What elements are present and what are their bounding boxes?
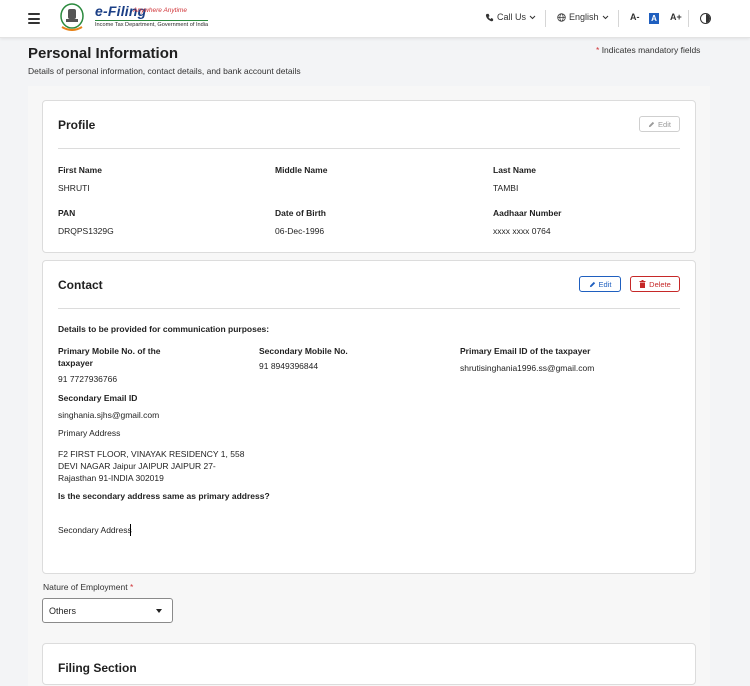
contact-title: Contact [58, 278, 103, 292]
call-us-menu[interactable]: Call Us [485, 12, 536, 22]
divider [618, 10, 619, 27]
secondary-address-label: Secondary Address [58, 525, 132, 535]
primary-mobile-label-line2: taxpayer [58, 358, 93, 368]
primary-address-line: DEVI NAGAR Jaipur JAIPUR JAIPUR 27- [58, 461, 216, 471]
dob-value: 06-Dec-1996 [275, 226, 325, 236]
profile-edit-label: Edit [658, 119, 671, 129]
first-name-label: First Name [58, 165, 102, 175]
mandatory-note-text: Indicates mandatory fields [601, 45, 701, 55]
profile-edit-button: Edit [639, 116, 680, 132]
pencil-icon [589, 281, 595, 287]
font-decrease-button[interactable]: A- [630, 12, 640, 22]
aadhaar-value: xxxx xxxx 0764 [493, 226, 551, 236]
mandatory-note: * Indicates mandatory fields [596, 45, 700, 55]
dob-label: Date of Birth [275, 208, 326, 218]
phone-icon [485, 13, 494, 21]
call-us-label: Call Us [497, 12, 527, 22]
divider [58, 308, 680, 309]
contact-card: Contact Edit Delete Details to be provid… [42, 260, 696, 574]
last-name-value: TAMBI [493, 183, 519, 193]
employment-label-text: Nature of Employment [43, 582, 128, 592]
profile-card: Profile Edit First Name SHRUTI Middle Na… [42, 100, 696, 253]
filing-section-card: Filing Section [42, 643, 696, 685]
employment-label: Nature of Employment * [43, 582, 133, 592]
menu-icon[interactable] [28, 13, 40, 27]
font-default-button[interactable]: A [649, 13, 659, 24]
chevron-down-icon [602, 15, 608, 19]
employment-selected-value: Others [49, 606, 77, 616]
pencil-icon [648, 121, 655, 127]
filing-section-title: Filing Section [58, 661, 137, 675]
page-title: Personal Information [28, 45, 179, 62]
primary-mobile-label: Primary Mobile No. of the taxpayer [58, 345, 161, 369]
logo-subtitle: Income Tax Department, Government of Ind… [95, 20, 209, 28]
language-menu[interactable]: English [557, 12, 609, 22]
primary-address-line: Rajasthan 91-INDIA 302019 [58, 473, 164, 483]
font-increase-button[interactable]: A+ [670, 12, 682, 22]
divider [545, 10, 546, 27]
required-star: * [129, 582, 134, 592]
contact-edit-button[interactable]: Edit [579, 276, 621, 292]
primary-mobile-label-line1: Primary Mobile No. of the [58, 346, 161, 356]
employment-select[interactable]: Others [42, 598, 173, 623]
primary-email-label: Primary Email ID of the taxpayer [460, 346, 591, 356]
pan-label: PAN [58, 208, 76, 218]
chevron-down-icon [529, 15, 536, 19]
pan-value: DRQPS1329G [58, 226, 114, 236]
last-name-label: Last Name [493, 165, 536, 175]
contact-delete-label: Delete [649, 279, 671, 289]
secondary-mobile-value: 91 8949396844 [259, 361, 319, 371]
required-star: * [596, 45, 600, 55]
aadhaar-label: Aadhaar Number [493, 208, 562, 218]
globe-icon [557, 12, 566, 22]
contrast-toggle-icon[interactable] [700, 13, 711, 24]
trash-icon [639, 280, 646, 288]
same-address-question: Is the secondary address same as primary… [58, 491, 270, 501]
top-bar: e-Filing Anywhere Anytime Income Tax Dep… [0, 0, 750, 38]
primary-mobile-value: 91 7727936766 [58, 374, 118, 384]
secondary-email-label: Secondary Email ID [58, 393, 138, 403]
page-subtitle: Details of personal information, contact… [28, 66, 301, 76]
divider [688, 10, 689, 27]
divider [58, 148, 680, 149]
primary-address-line: F2 FIRST FLOOR, VINAYAK RESIDENCY 1, 558 [58, 449, 245, 459]
emblem-logo-icon [60, 3, 84, 31]
contact-edit-label: Edit [598, 279, 612, 289]
profile-title: Profile [58, 118, 96, 132]
language-label: English [569, 12, 599, 22]
middle-name-label: Middle Name [275, 165, 328, 175]
contact-delete-button[interactable]: Delete [630, 276, 680, 292]
first-name-value: SHRUTI [58, 183, 90, 193]
secondary-email-value: singhania.sjhs@gmail.com [58, 410, 160, 420]
logo-tagline: Anywhere Anytime [133, 7, 187, 14]
secondary-mobile-label: Secondary Mobile No. [259, 346, 348, 356]
primary-email-value: shrutisinghania1996.ss@gmail.com [460, 363, 595, 373]
primary-address-label: Primary Address [58, 428, 121, 438]
communication-note: Details to be provided for communication… [58, 324, 270, 334]
text-cursor [130, 524, 131, 536]
dropdown-arrow-icon [156, 609, 162, 613]
primary-address-value: F2 FIRST FLOOR, VINAYAK RESIDENCY 1, 558… [58, 448, 244, 484]
